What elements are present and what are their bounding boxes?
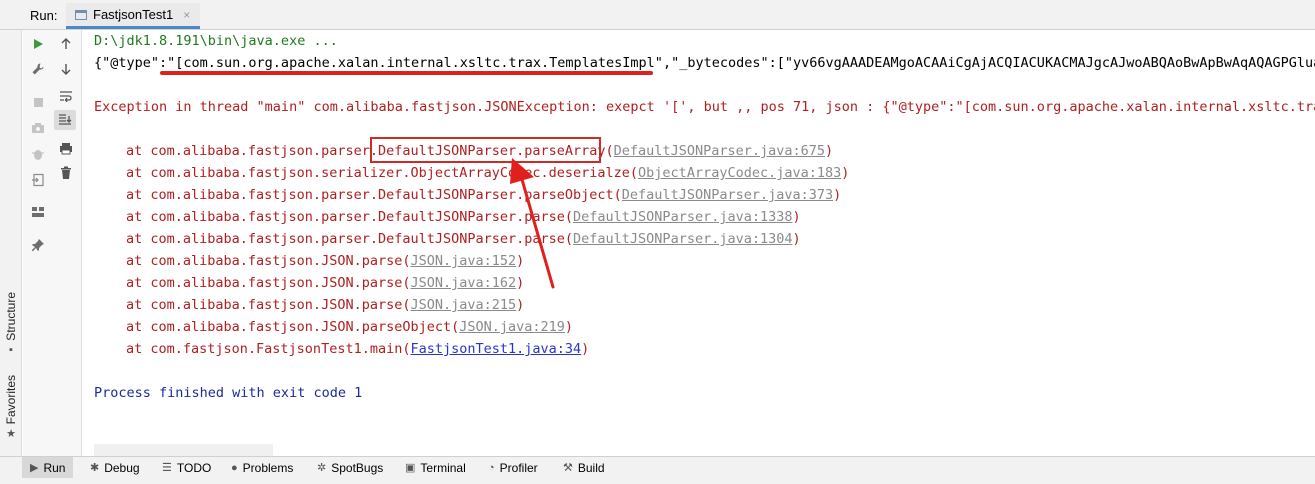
bottom-tab-todo-label: TODO [176, 460, 212, 475]
bottom-tab-run[interactable]: ▶ Run [22, 457, 74, 478]
profiler-icon: ◔ [488, 461, 495, 474]
bottom-tab-debug-label: Debug [104, 460, 140, 475]
bottom-tab-problems[interactable]: ● Problems [231, 457, 293, 478]
bug-icon: ✲ [317, 462, 327, 474]
bottom-tool-bar: ▶ Run ✱ Debug ☰ TODO ● Problems ✲ SpotBu… [0, 456, 1315, 478]
hammer-icon: ⚒ [563, 462, 573, 474]
bottom-tab-build-label: Build [577, 460, 605, 475]
bottom-tab-terminal[interactable]: ▣ Terminal [405, 457, 466, 478]
play-icon: ▶ [30, 462, 39, 474]
annotation-arrow [510, 158, 555, 289]
bottom-tab-profiler[interactable]: ◔ Profiler [488, 457, 538, 478]
bottom-tab-spotbugs[interactable]: ✲ SpotBugs [317, 457, 383, 478]
bottom-tab-profiler-label: Profiler [499, 460, 538, 475]
info-icon: ● [231, 461, 238, 474]
terminal-icon: ▣ [405, 462, 416, 474]
bug-icon: ✱ [90, 462, 100, 474]
bottom-tab-problems-label: Problems [242, 460, 294, 475]
bottom-tab-spotbugs-label: SpotBugs [331, 460, 384, 475]
list-icon: ☰ [162, 462, 172, 474]
bottom-tab-todo[interactable]: ☰ TODO [162, 457, 211, 478]
bottom-tab-run-label: Run [43, 460, 66, 475]
bottom-tab-debug[interactable]: ✱ Debug [90, 457, 140, 478]
bottom-tab-terminal-label: Terminal [420, 460, 466, 475]
status-bar [0, 478, 1315, 484]
bottom-tab-build[interactable]: ⚒ Build [563, 457, 605, 478]
